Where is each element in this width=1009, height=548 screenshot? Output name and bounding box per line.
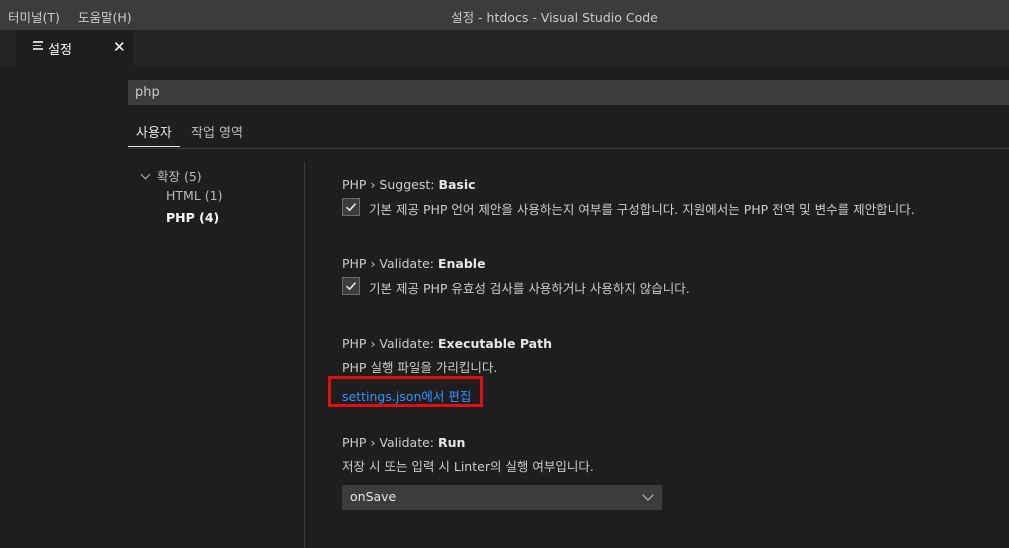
setting-category: PHP › Validate: [342,336,438,351]
select-value: onSave [350,489,397,504]
settings-editor-icon [33,41,43,51]
setting-validate-run: PHP › Validate: Run 저장 시 또는 입력 시 Linter의… [342,435,1002,475]
tab-user[interactable]: 사용자 [136,122,172,141]
setting-suggest-basic: PHP › Suggest: Basic 기본 제공 PHP 언어 제안을 사용… [342,177,1002,220]
editor-tab-bar: 설정 ✕ [0,30,1009,66]
setting-validate-enable: PHP › Validate: Enable 기본 제공 PHP 유효성 검사를… [342,256,1002,299]
checkbox-validate-enable[interactable] [342,277,360,295]
tab-workspace[interactable]: 작업 영역 [191,122,243,141]
setting-title: PHP › Validate: Run [342,435,1002,450]
setting-checkbox-row: 기본 제공 PHP 유효성 검사를 사용하거나 사용하지 않습니다. [342,277,1002,299]
setting-description: 기본 제공 PHP 언어 제안을 사용하는지 여부를 구성합니다. 지원에서는 … [369,202,915,217]
setting-title: PHP › Validate: Enable [342,256,1002,271]
settings-search-input[interactable] [128,80,1009,105]
toc-item-extensions[interactable]: 확장 (5) [140,166,202,185]
chevron-down-icon [642,489,654,501]
setting-description: 저장 시 또는 입력 시 Linter의 실행 여부입니다. [342,459,594,474]
setting-description: PHP 실행 파일을 가리킵니다. [342,360,498,375]
setting-title: PHP › Suggest: Basic [342,177,1002,192]
setting-name: Run [437,435,466,450]
tab-label: 설정 [48,43,72,58]
edit-in-settings-json-link[interactable]: settings.json에서 편집 [342,389,471,404]
toc-label-extensions: 확장 (5) [157,169,202,184]
setting-name: Enable [437,256,486,271]
settings-toc: 확장 (5) HTML (1) PHP (4) [128,162,304,548]
toc-item-php[interactable]: PHP (4) [166,210,219,225]
setting-name: Basic [438,177,476,192]
edit-in-settings-json-link-wrap: settings.json에서 편집 [342,386,1002,405]
window-title: 설정 - htdocs - Visual Studio Code [451,10,658,25]
checkmark-icon [345,203,357,212]
checkbox-suggest-basic[interactable] [342,198,360,216]
setting-title: PHP › Validate: Executable Path [342,336,1002,351]
setting-validate-executable-path: PHP › Validate: Executable Path PHP 실행 파… [342,336,1002,376]
setting-category: PHP › Validate: [342,256,438,271]
checkmark-icon [345,282,357,291]
chevron-down-icon [140,169,151,180]
setting-checkbox-row: 기본 제공 PHP 언어 제안을 사용하는지 여부를 구성합니다. 지원에서는 … [342,198,1002,220]
setting-category: PHP › Validate: [342,435,438,450]
setting-category: PHP › Suggest: [342,177,439,192]
setting-name: Executable Path [437,336,552,351]
tab-settings[interactable]: 설정 ✕ [16,30,134,66]
toc-item-html[interactable]: HTML (1) [166,188,222,203]
setting-description: 기본 제공 PHP 유효성 검사를 사용하거나 사용하지 않습니다. [369,281,690,296]
validate-run-select[interactable]: onSave [342,485,662,510]
close-icon[interactable]: ✕ [113,38,126,56]
active-tab-indicator [128,146,180,147]
scope-tabs: 사용자 작업 영역 [128,120,1009,149]
title-bar: 터미널(T) 도움말(H) 설정 - htdocs - Visual Studi… [0,0,1009,30]
toc-divider [304,162,305,548]
